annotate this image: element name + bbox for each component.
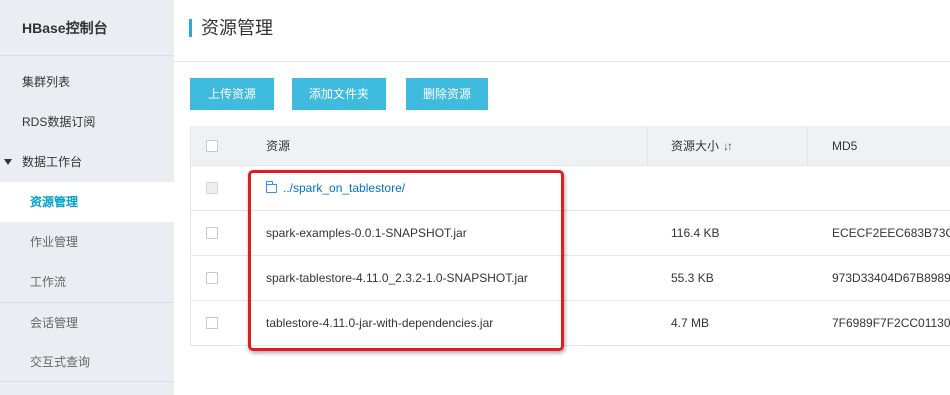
upload-resource-button[interactable]: 上传资源 (190, 78, 274, 110)
table-row: tablestore-4.11.0-jar-with-dependencies.… (191, 301, 950, 346)
column-divider (647, 126, 648, 165)
sidebar-item-job-management[interactable]: 作业管理 (0, 222, 174, 262)
table-header: 资源 资源大小 ↓↑ MD5 (191, 126, 950, 166)
resource-name-cell: spark-examples-0.0.1-SNAPSHOT.jar (266, 226, 467, 240)
resource-name-cell: spark-tablestore-4.11.0_2.3.2-1.0-SNAPSH… (266, 271, 528, 285)
delete-resource-button[interactable]: 删除资源 (406, 78, 488, 110)
title-accent-bar (189, 19, 192, 37)
resource-size-cell: 4.7 MB (671, 316, 710, 330)
row-select-cell (206, 211, 218, 255)
column-header-md5: MD5 (832, 138, 858, 153)
resource-md5-cell: 973D33404D67B8989 (832, 271, 950, 285)
resource-name-cell: ../spark_on_tablestore/ (266, 166, 405, 210)
folder-name: ../spark_on_tablestore/ (283, 181, 406, 195)
sidebar-item-resource-management[interactable]: 资源管理 (0, 182, 174, 222)
sidebar-divider (0, 381, 174, 395)
row-select-cell (206, 301, 218, 345)
row-checkbox (206, 182, 218, 194)
sidebar-item-cluster-list[interactable]: 集群列表 (0, 62, 174, 102)
folder-icon (266, 181, 277, 193)
table-row: spark-examples-0.0.1-SNAPSHOT.jar 116.4 … (191, 211, 950, 256)
resource-md5-cell: 7F6989F7F2CC01130 (832, 316, 950, 330)
add-folder-button[interactable]: 添加文件夹 (292, 78, 386, 110)
table-row: ../spark_on_tablestore/ (191, 166, 950, 211)
resource-md5-cell: ECECF2EEC683B73C (832, 226, 950, 240)
table-row: spark-tablestore-4.11.0_2.3.2-1.0-SNAPSH… (191, 256, 950, 301)
resource-table: 资源 资源大小 ↓↑ MD5 ../spark_on_tablestore/ s… (190, 126, 950, 346)
caret-down-icon (4, 159, 12, 165)
row-checkbox[interactable] (206, 317, 218, 329)
sidebar-group-data-workbench[interactable]: 数据工作台 (0, 142, 174, 182)
console-brand[interactable]: HBase控制台 (0, 0, 174, 56)
resource-name-cell: tablestore-4.11.0-jar-with-dependencies.… (266, 316, 494, 330)
sidebar-item-workflow[interactable]: 工作流 (0, 262, 174, 302)
column-divider (807, 126, 808, 165)
sidebar: HBase控制台 集群列表 RDS数据订阅 数据工作台 资源管理 作业管理 工作… (0, 0, 174, 395)
select-all-checkbox[interactable] (206, 139, 218, 152)
resource-size-cell: 55.3 KB (671, 271, 714, 285)
select-all-cell (206, 126, 218, 165)
sidebar-item-rds-subscription[interactable]: RDS数据订阅 (0, 102, 174, 142)
main-content: 资源管理 上传资源 添加文件夹 删除资源 资源 资源大小 ↓↑ MD5 ../s… (174, 0, 950, 395)
column-header-size-label: 资源大小 (671, 139, 720, 153)
row-select-cell (206, 166, 218, 210)
resource-size-cell: 116.4 KB (671, 226, 720, 240)
sidebar-group-label: 数据工作台 (22, 155, 83, 169)
page-title: 资源管理 (201, 18, 273, 38)
sort-icon[interactable]: ↓↑ (723, 139, 731, 153)
page-header: 资源管理 (174, 0, 950, 62)
sidebar-item-interactive-query[interactable]: 交互式查询 (0, 342, 174, 382)
column-header-resource: 资源 (266, 139, 291, 153)
row-select-cell (206, 256, 218, 300)
sidebar-item-session-management[interactable]: 会话管理 (0, 302, 174, 342)
column-header-size[interactable]: 资源大小 ↓↑ (671, 126, 731, 165)
folder-link[interactable]: ../spark_on_tablestore/ (266, 181, 405, 195)
row-checkbox[interactable] (206, 272, 218, 284)
row-checkbox[interactable] (206, 227, 218, 239)
